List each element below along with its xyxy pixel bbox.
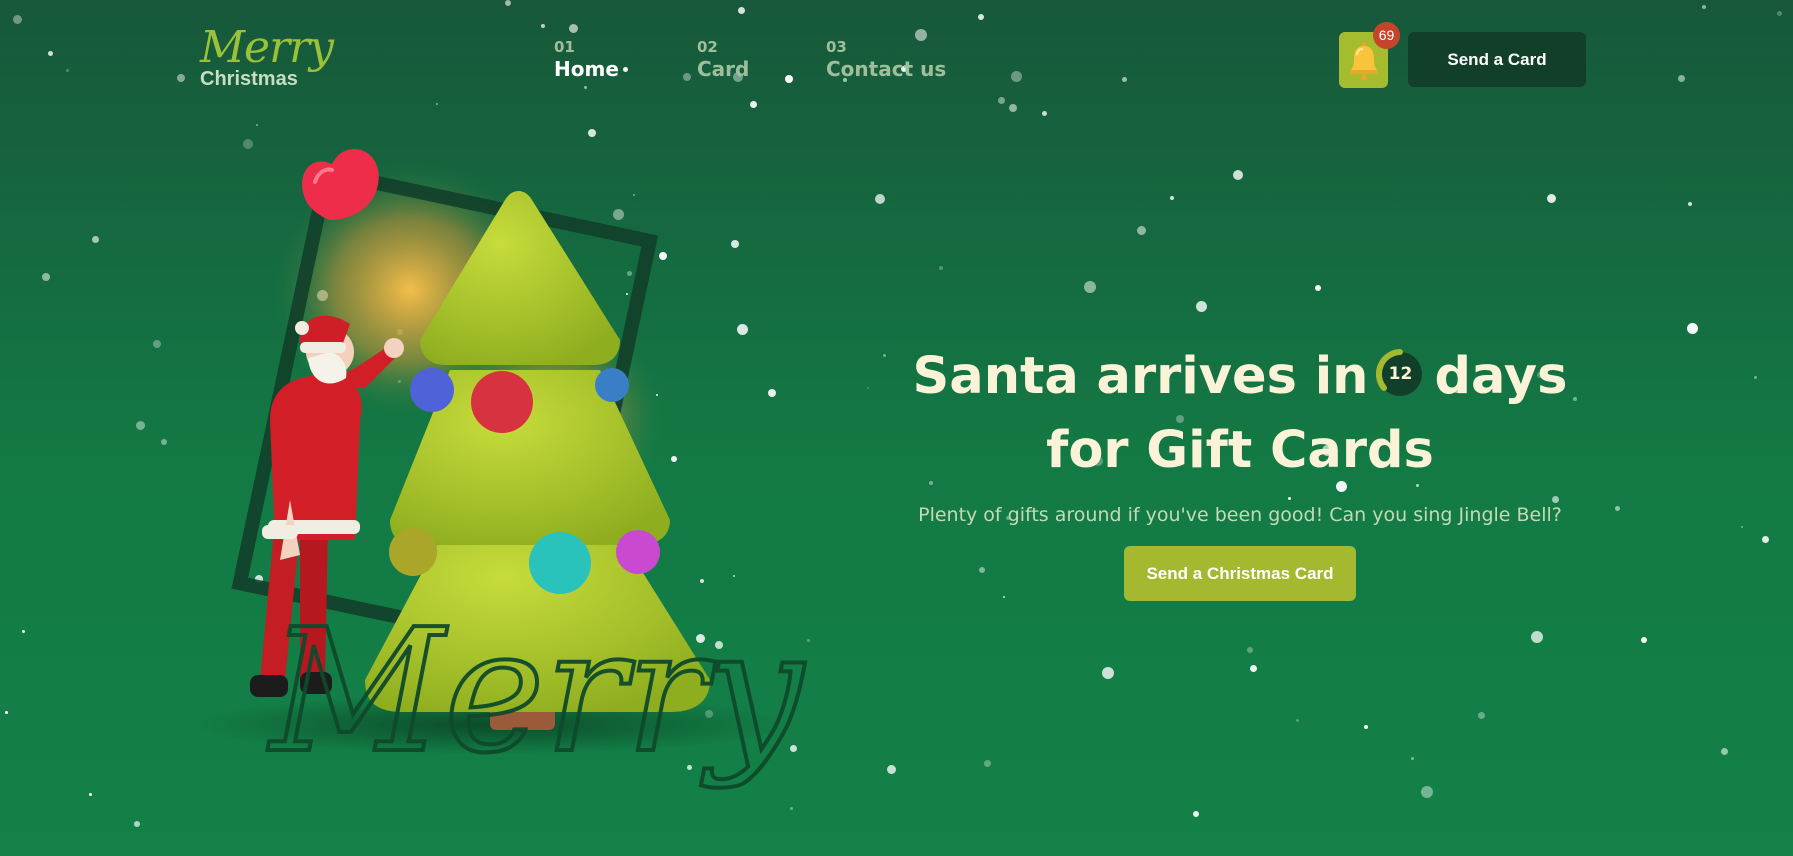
snowflake — [1688, 202, 1692, 206]
snowflake — [134, 821, 140, 827]
nav-number: 01 — [554, 38, 575, 56]
send-christmas-card-button[interactable]: Send a Christmas Card — [1124, 546, 1356, 601]
snowflake — [436, 103, 438, 105]
send-card-button[interactable]: Send a Card — [1408, 32, 1586, 87]
snowflake — [939, 266, 943, 270]
snowflake — [1721, 748, 1728, 755]
snowflake — [1170, 196, 1174, 200]
snowflake — [1250, 665, 1257, 672]
nav-number: 02 — [697, 38, 718, 56]
snowflake — [1042, 111, 1047, 116]
nav-label: Contact us — [826, 57, 947, 81]
snowflake — [5, 711, 8, 714]
snowflake — [1687, 323, 1698, 334]
notification-badge: 69 — [1373, 22, 1400, 49]
logo-script: Merry — [200, 22, 334, 73]
snowflake — [1009, 104, 1017, 112]
snowflake — [1411, 757, 1414, 760]
headline-after: days — [1434, 347, 1568, 406]
snowflake — [1137, 226, 1146, 235]
snowflake — [1364, 725, 1368, 729]
snowflake — [683, 73, 691, 81]
hero-illustration: Merry — [150, 120, 870, 840]
snowflake — [92, 236, 99, 243]
bell-icon — [1349, 42, 1378, 80]
snowflake — [887, 765, 896, 774]
hero-section: Santa arrives in 12 days for Gift Cards … — [880, 340, 1600, 601]
snowflake — [584, 86, 587, 89]
snowflake — [541, 24, 545, 28]
snowflake — [1678, 75, 1685, 82]
snowflake — [978, 14, 984, 20]
snowflake — [42, 273, 50, 281]
nav-label: Home — [554, 57, 619, 81]
snowflake — [1754, 376, 1757, 379]
snowflake — [1777, 11, 1782, 16]
snowflake — [1531, 631, 1543, 643]
snowflake — [1741, 526, 1743, 528]
snowflake — [1641, 637, 1647, 643]
snowflake — [569, 24, 578, 33]
hero-headline: Santa arrives in 12 days for Gift Cards — [880, 340, 1600, 488]
snowflake — [1547, 194, 1556, 203]
snowflake — [998, 97, 1005, 104]
snowflake — [875, 194, 885, 204]
snowflake — [1233, 170, 1243, 180]
snowflake — [505, 0, 511, 6]
nav-contact-us[interactable]: 03 Contact us — [826, 38, 946, 82]
headline-before: Santa arrives in — [912, 347, 1369, 406]
snowflake — [1702, 5, 1706, 9]
snowflake — [1421, 786, 1433, 798]
snowflake — [89, 793, 92, 796]
snowflake — [1011, 71, 1022, 82]
notifications-button[interactable]: 69 — [1339, 22, 1400, 88]
snowflake — [177, 74, 185, 82]
snowflake — [1247, 647, 1253, 653]
nav-card[interactable]: 02 Card — [697, 38, 749, 82]
snowflake — [750, 101, 757, 108]
snowflake — [1762, 536, 1769, 543]
snowflake — [48, 51, 53, 56]
logo[interactable]: Merry Christmas — [200, 22, 334, 91]
snowflake — [623, 67, 628, 72]
snowflake — [22, 630, 25, 633]
snowflake — [1615, 506, 1620, 511]
snowflake — [13, 15, 22, 24]
nav-home[interactable]: 01 Home — [554, 38, 619, 82]
nav-number: 03 — [826, 38, 847, 56]
countdown-value: 12 — [1388, 364, 1413, 384]
snowflake — [1478, 712, 1485, 719]
snowflake — [1196, 301, 1207, 312]
snowflake — [66, 69, 69, 72]
snowflake — [984, 760, 991, 767]
headline-line2: for Gift Cards — [1046, 421, 1434, 480]
snowflake — [1084, 281, 1096, 293]
snowflake — [136, 421, 145, 430]
snowflake — [1315, 285, 1321, 291]
countdown-badge: 12 — [1374, 348, 1426, 400]
snowflake — [738, 7, 745, 14]
snowflake — [1296, 719, 1299, 722]
nav-label: Card — [697, 57, 750, 81]
snowflake — [1193, 811, 1199, 817]
snowflake — [1102, 667, 1114, 679]
hero-subtext: Plenty of gifts around if you've been go… — [918, 504, 1562, 526]
illustration-script-text: Merry — [267, 593, 805, 791]
snowflake — [785, 75, 793, 83]
snowflake — [1122, 77, 1127, 82]
